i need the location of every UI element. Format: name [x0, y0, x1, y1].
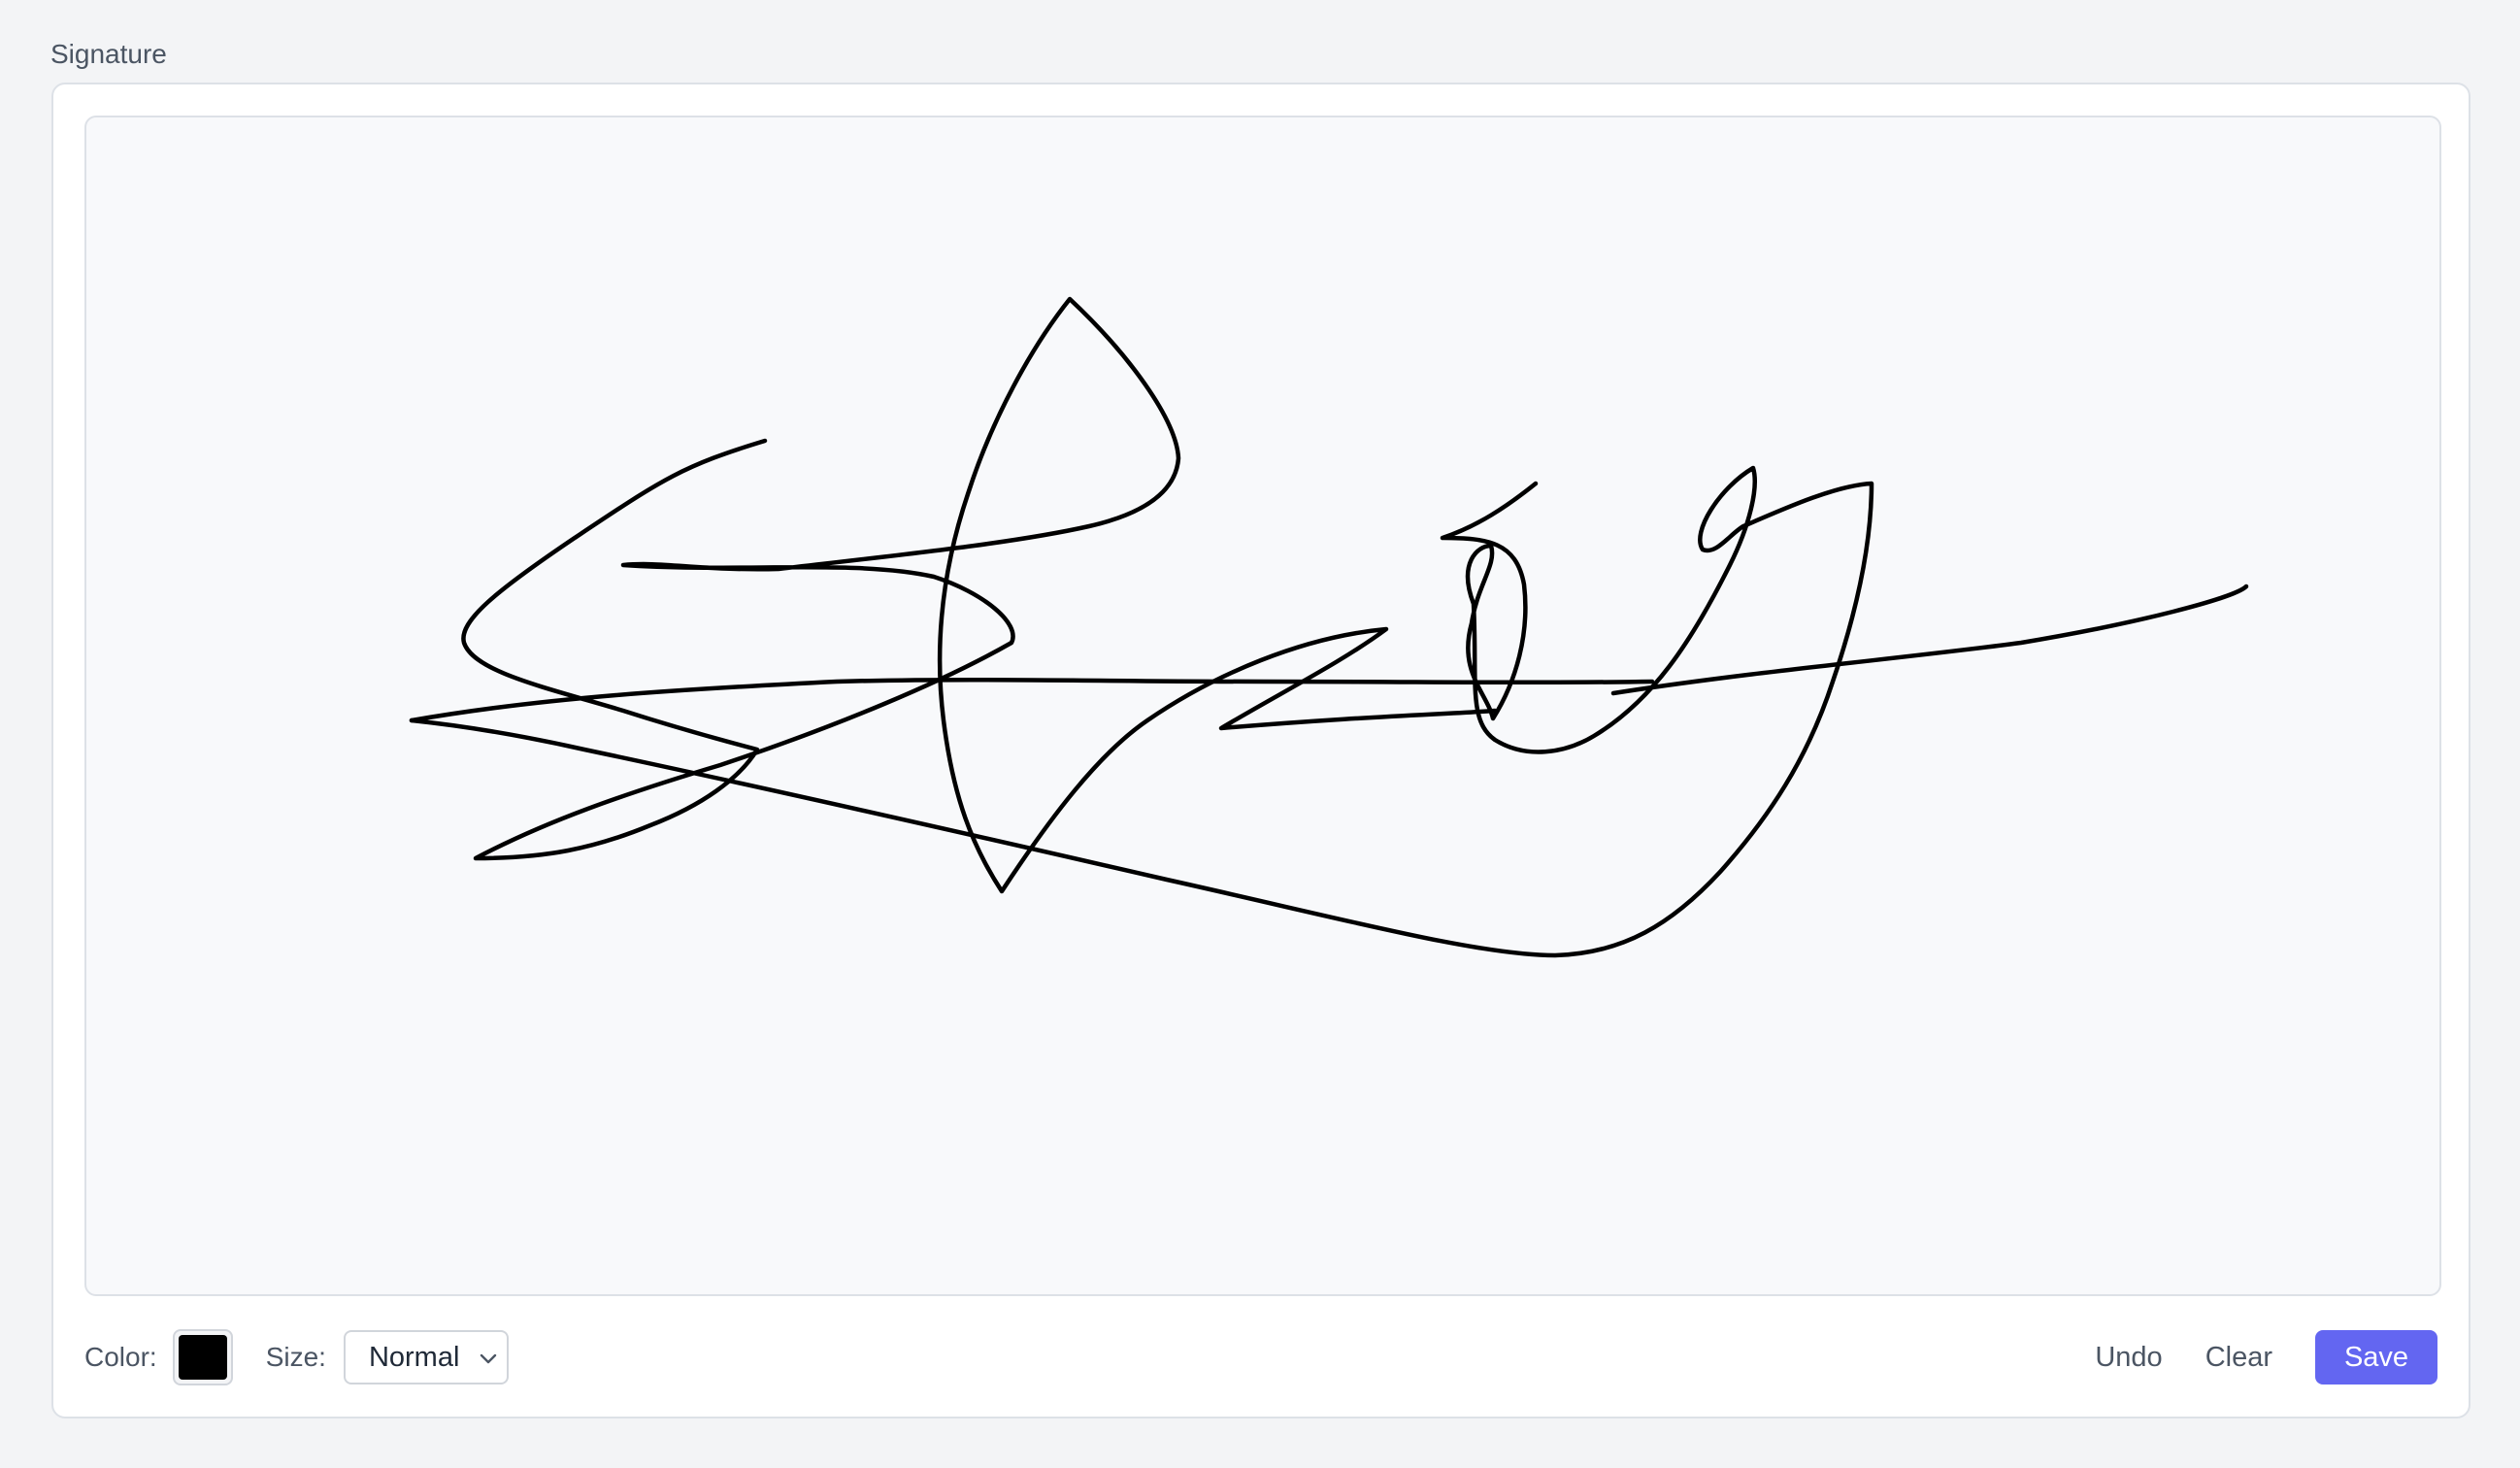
color-label: Color:: [84, 1342, 157, 1372]
chevron-down-icon: [480, 1353, 497, 1364]
color-swatch: [178, 1335, 227, 1380]
color-picker[interactable]: [172, 1329, 233, 1385]
signature-drawing: [409, 296, 2249, 958]
size-select[interactable]: Normal: [343, 1330, 509, 1385]
size-select-value: Normal: [368, 1341, 460, 1373]
signature-pad[interactable]: [84, 116, 2441, 1296]
signature-toolbar: Color: Size: Normal Undo Clear Save: [84, 1329, 2437, 1385]
signature-panel: Color: Size: Normal Undo Clear Save: [51, 83, 2470, 1418]
undo-button[interactable]: Undo: [2073, 1330, 2183, 1385]
clear-button[interactable]: Clear: [2184, 1330, 2294, 1385]
signature-field-label: Signature: [50, 39, 167, 69]
size-label: Size:: [265, 1342, 326, 1372]
signature-stroke: [461, 296, 1498, 894]
save-button[interactable]: Save: [2315, 1330, 2437, 1385]
